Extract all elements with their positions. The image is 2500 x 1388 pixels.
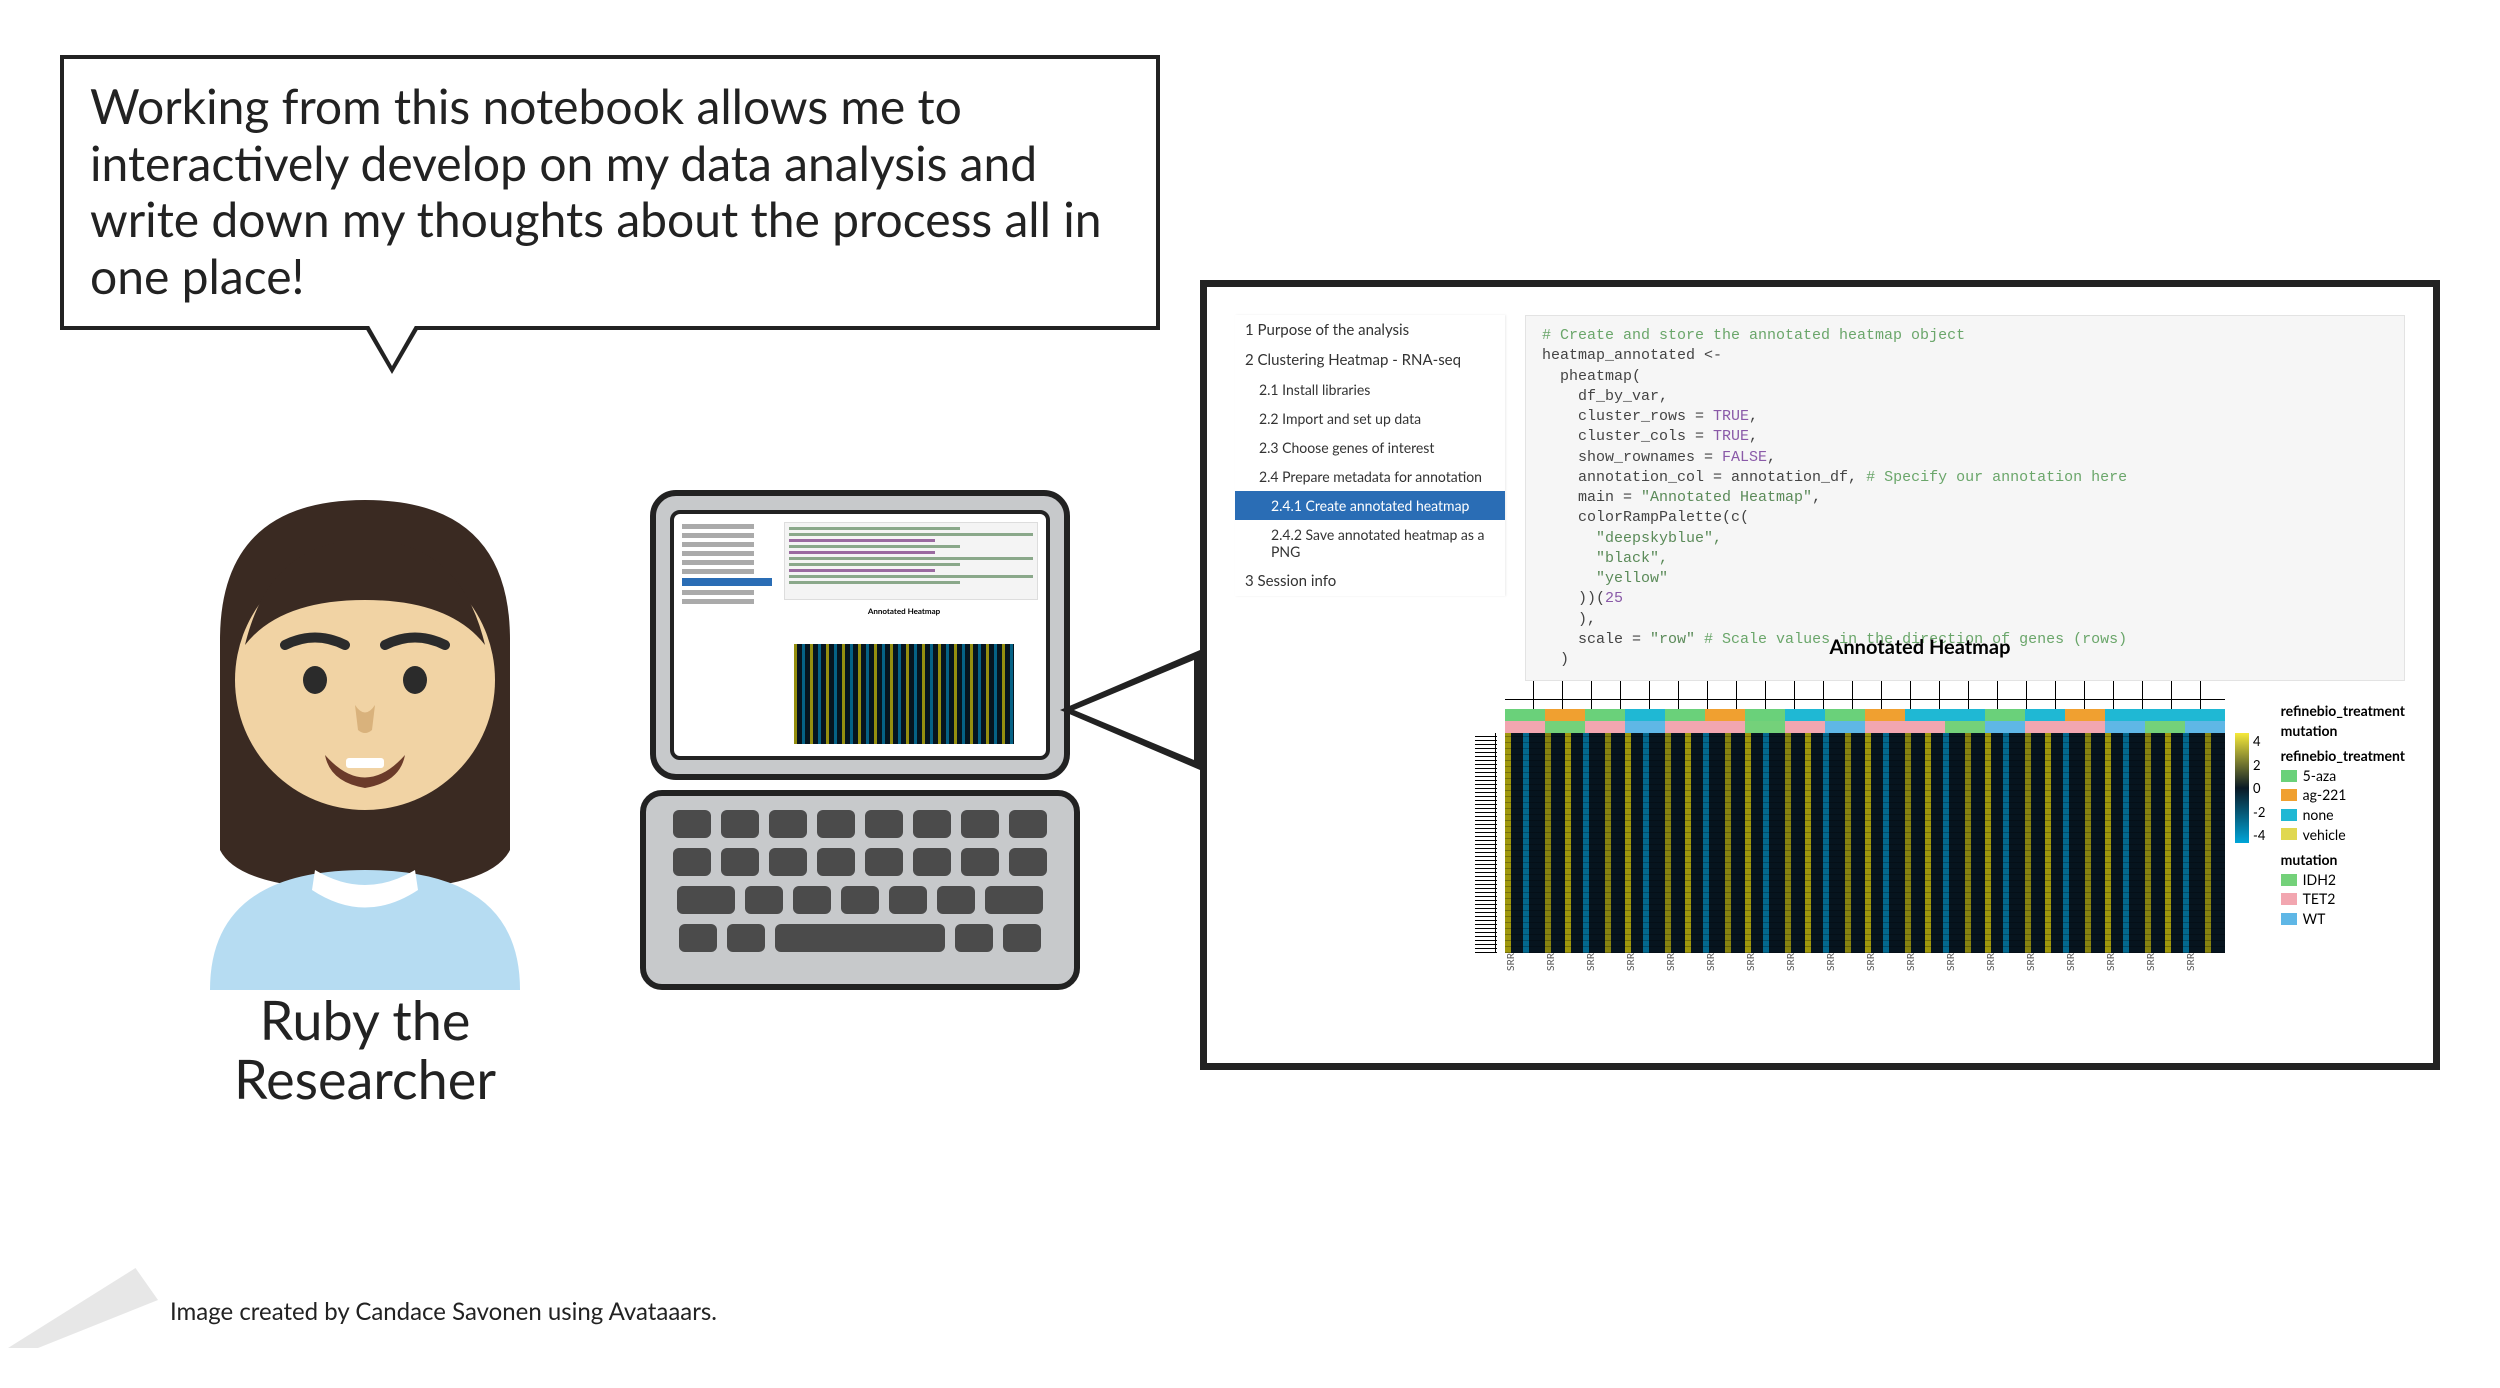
mini-heatmap <box>794 644 1014 744</box>
image-credit: Image created by Candace Savonen using A… <box>170 1297 717 1326</box>
mini-plot-title: Annotated Heatmap <box>794 606 1014 616</box>
mini-toc <box>682 524 772 608</box>
toc-item[interactable]: 2.3 Choose genes of interest <box>1235 433 1505 462</box>
annotation-row-mutation <box>1505 721 2225 733</box>
code-line: ), <box>1542 611 1596 628</box>
notebook-toc: 1 Purpose of the analysis 2 Clustering H… <box>1235 315 1505 596</box>
legend-header: refinebio_treatment <box>2281 746 2405 766</box>
speech-text: Working from this notebook allows me to … <box>90 78 1102 305</box>
legend-header: refinebio_treatment <box>2281 701 2405 721</box>
column-dendrogram <box>1505 663 2225 709</box>
legend-swatch <box>2281 789 2297 801</box>
callout-pointer <box>1060 650 1200 770</box>
code-block: # Create and store the annotated heatmap… <box>1525 315 2405 681</box>
code-line: main = <box>1542 489 1641 506</box>
legend-swatch <box>2281 893 2297 905</box>
code-line: cluster_rows = <box>1542 408 1713 425</box>
toc-item[interactable]: 2.1 Install libraries <box>1235 375 1505 404</box>
legend-swatch <box>2281 770 2297 782</box>
code-line: # Create and store the annotated heatmap… <box>1542 327 1965 344</box>
legend-swatch <box>2281 809 2297 821</box>
heatmap-grid <box>1505 733 2225 953</box>
toc-item-active[interactable]: 2.4.1 Create annotated heatmap <box>1235 491 1505 520</box>
feather-icon <box>8 1268 158 1348</box>
row-dendrogram <box>1445 733 1505 953</box>
plot-legend: refinebio_treatment mutation refinebio_t… <box>2281 695 2405 929</box>
avatar-ruby <box>150 470 580 990</box>
heatmap-plot: Annotated Heatmap <box>1445 635 2395 971</box>
code-line: ))( <box>1542 590 1605 607</box>
code-line: pheatmap( <box>1542 368 1641 385</box>
code-line: colorRampPalette(c( <box>1542 509 1749 526</box>
color-scale-labels: 4 2 0 -2 -4 <box>2253 733 2265 843</box>
toc-item[interactable]: 2.4.2 Save annotated heatmap as a PNG <box>1235 520 1505 566</box>
mini-code-block <box>784 522 1038 600</box>
legend-header: mutation <box>2281 850 2405 870</box>
toc-item[interactable]: 2.4 Prepare metadata for annotation <box>1235 462 1505 491</box>
toc-item[interactable]: 2.2 Import and set up data <box>1235 404 1505 433</box>
toc-item[interactable]: 1 Purpose of the analysis <box>1235 315 1505 345</box>
code-line: annotation_col = annotation_df, <box>1542 469 1866 486</box>
notebook-detail-panel: 1 Purpose of the analysis 2 Clustering H… <box>1200 280 2440 1070</box>
code-line: df_by_var, <box>1542 388 1668 405</box>
toc-item[interactable]: 3 Session info <box>1235 566 1505 596</box>
code-line: show_rownames = <box>1542 449 1722 466</box>
laptop-screen: Annotated Heatmap <box>650 490 1070 780</box>
avatar-caption: Ruby the Researcher <box>150 990 580 1109</box>
laptop-keyboard <box>640 790 1080 990</box>
laptop-illustration: Annotated Heatmap <box>640 490 1080 990</box>
x-axis-labels: SRRSRRSRR SRRSRRSRR SRRSRRSRR SRRSRRSRR … <box>1505 953 2225 971</box>
speech-bubble: Working from this notebook allows me to … <box>60 55 1160 330</box>
toc-item[interactable]: 2 Clustering Heatmap - RNA-seq <box>1235 345 1505 375</box>
color-scale-bar <box>2235 733 2249 843</box>
code-line: cluster_cols = <box>1542 428 1713 445</box>
code-line: heatmap_annotated <- <box>1542 347 1722 364</box>
legend-header: mutation <box>2281 721 2405 741</box>
code-line: "yellow" <box>1542 570 1668 587</box>
laptop-screen-content: Annotated Heatmap <box>670 510 1050 760</box>
code-line: "deepskyblue", <box>1542 530 1722 547</box>
code-line: "black", <box>1542 550 1668 567</box>
plot-title: Annotated Heatmap <box>1445 635 2395 659</box>
legend-swatch <box>2281 913 2297 925</box>
caption-line2: Researcher <box>234 1046 496 1111</box>
legend-swatch <box>2281 828 2297 840</box>
legend-swatch <box>2281 874 2297 886</box>
annotation-row-treatment <box>1505 709 2225 721</box>
caption-line1: Ruby the <box>260 987 471 1052</box>
